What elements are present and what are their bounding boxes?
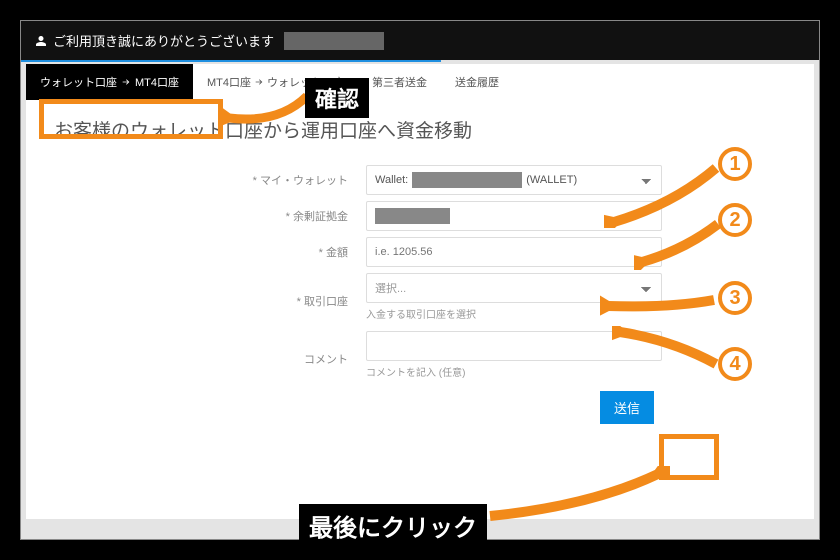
- annotation-arrow-submit: [480, 466, 670, 524]
- header-greeting: ご利用頂き誠にありがとうございます: [53, 31, 274, 50]
- wallet-prefix: Wallet:: [375, 174, 408, 186]
- annotation-circle-1: 1: [718, 147, 752, 181]
- wallet-id-masked: [412, 172, 522, 188]
- tab-history[interactable]: 送金履歴: [441, 64, 513, 100]
- arrow-right-icon: [121, 77, 131, 87]
- balance-masked: [375, 208, 450, 224]
- annotation-arrow-1: [604, 164, 722, 228]
- annotation-circle-4: 4: [718, 347, 752, 381]
- header-username-masked: [284, 32, 384, 50]
- annotation-arrow-3: [600, 288, 720, 324]
- annotation-arrow-confirm: [219, 84, 313, 128]
- amount-label: * 金額: [26, 244, 366, 260]
- submit-button[interactable]: 送信: [600, 391, 654, 424]
- header-bar: ご利用頂き誠にありがとうございます: [21, 21, 819, 60]
- tab-third-party[interactable]: 第三者送金: [358, 64, 441, 100]
- wallet-label: * マイ・ウォレット: [26, 172, 366, 188]
- app-frame: ご利用頂き誠にありがとうございます ウォレット口座 MT4口座 MT4口座 ウォ…: [20, 20, 820, 540]
- annotation-circle-2: 2: [718, 203, 752, 237]
- tab1-right: MT4口座: [135, 74, 179, 90]
- account-placeholder: 選択...: [375, 280, 406, 296]
- page-title: お客様のウォレット口座から運用口座へ資金移動: [26, 100, 814, 165]
- annotation-arrow-2: [634, 220, 724, 270]
- user-icon: [35, 35, 47, 47]
- tab-wallet-to-mt4[interactable]: ウォレット口座 MT4口座: [26, 64, 193, 100]
- comment-label: コメント: [26, 351, 366, 367]
- annotation-arrow-4: [612, 326, 722, 372]
- amount-input[interactable]: [366, 237, 662, 267]
- tab1-left: ウォレット口座: [40, 74, 117, 90]
- tabs: ウォレット口座 MT4口座 MT4口座 ウォレット口座 第三者送金 送金履歴: [26, 64, 814, 100]
- annotation-confirm-label: 確認: [305, 78, 369, 118]
- wallet-suffix: (WALLET): [526, 174, 577, 186]
- balance-label: * 余剰証拠金: [26, 208, 366, 224]
- account-label: * 取引口座: [26, 293, 366, 309]
- annotation-circle-3: 3: [718, 281, 752, 315]
- annotation-final-label: 最後にクリック: [299, 504, 487, 547]
